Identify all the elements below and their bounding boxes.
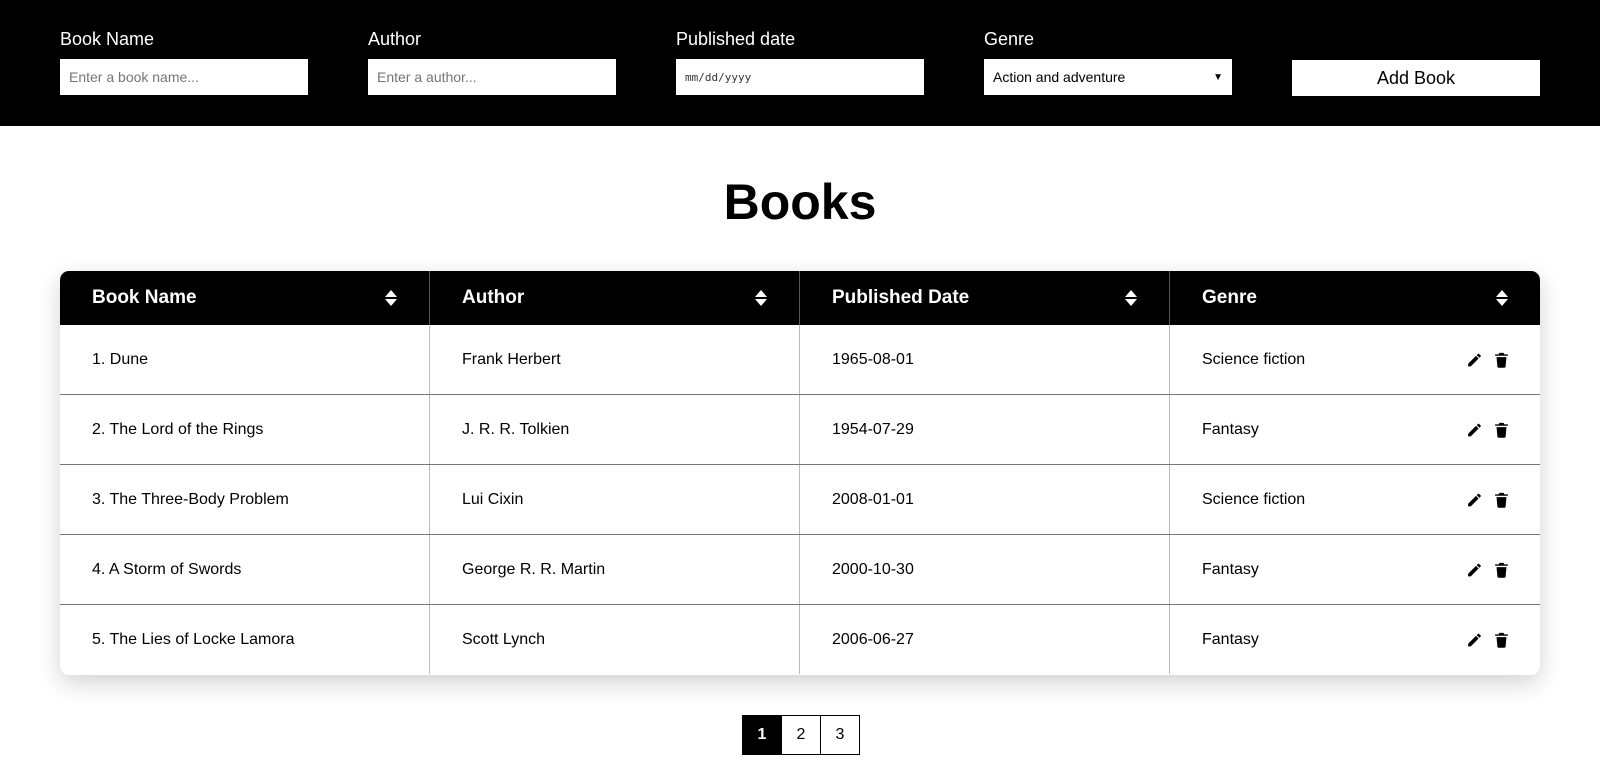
table-cell-date: 1954-07-29 — [800, 395, 1170, 464]
table-cell-genre: Fantasy — [1170, 395, 1540, 464]
cell-text: 2008-01-01 — [832, 490, 914, 508]
published-date-field-group: Published date mm/dd/yyyy — [676, 28, 924, 95]
author-label: Author — [368, 29, 422, 49]
chevron-down-icon: ▼ — [1213, 71, 1223, 83]
table-cell-name: 5. The Lies of Locke Lamora — [60, 605, 430, 674]
book-name-input[interactable]: Enter a book name... — [60, 59, 308, 95]
table-cell-name: 2. The Lord of the Rings — [60, 395, 430, 464]
trash-icon[interactable] — [1493, 421, 1510, 438]
trash-icon[interactable] — [1493, 561, 1510, 578]
table-header: Book Name Author Published Date Genre — [60, 271, 1540, 325]
row-actions — [1466, 491, 1510, 508]
table-cell-date: 2006-06-27 — [800, 605, 1170, 674]
table-cell-genre: Fantasy — [1170, 605, 1540, 674]
book-name-field-group: Book Name Enter a book name... — [60, 28, 308, 95]
sort-icon[interactable] — [755, 288, 767, 308]
genre-selected-value: Action and adventure — [993, 69, 1126, 85]
column-header-label: Genre — [1202, 287, 1257, 308]
cell-text: Science fiction — [1202, 350, 1306, 368]
pencil-icon[interactable] — [1466, 491, 1483, 508]
column-header-label: Book Name — [92, 287, 197, 308]
table-body: 1. Dune Frank Herbert 1965-08-01 Science fi… — [60, 325, 1540, 674]
table-cell-author: Lui Cixin — [430, 465, 800, 534]
pencil-icon[interactable] — [1466, 421, 1483, 438]
row-actions — [1466, 421, 1510, 438]
published-date-label: Published date — [676, 29, 796, 49]
cell-text: 2. The Lord of the Rings — [92, 420, 264, 438]
author-field-group: Author Enter a author... — [368, 28, 616, 95]
cell-text: Fantasy — [1202, 420, 1259, 438]
table-cell-genre: Science fiction — [1170, 325, 1540, 394]
table-cell-author: George R. R. Martin — [430, 535, 800, 604]
column-header-label: Published Date — [832, 287, 970, 308]
table-cell-date: 1965-08-01 — [800, 325, 1170, 394]
table-row: 3. The Three-Body Problem Lui Cixin 2008-0… — [60, 465, 1540, 535]
page-button-2[interactable]: 2 — [782, 716, 821, 754]
sort-icon[interactable] — [1496, 288, 1508, 308]
cell-text: J. R. R. Tolkien — [462, 420, 570, 438]
cell-text: 2006-06-27 — [832, 630, 914, 648]
cell-text: 5. The Lies of Locke Lamora — [92, 630, 295, 648]
top-form-bar: Book Name Enter a book name... Author En… — [0, 0, 1600, 126]
row-actions — [1466, 351, 1510, 368]
genre-field-group: Genre Action and adventure ▼ — [984, 28, 1232, 95]
column-header-genre[interactable]: Genre — [1170, 271, 1540, 325]
table-cell-name: 1. Dune — [60, 325, 430, 394]
cell-text: 3. The Three-Body Problem — [92, 490, 289, 508]
column-header-published-date[interactable]: Published Date — [800, 271, 1170, 325]
table-cell-genre: Science fiction — [1170, 465, 1540, 534]
table-cell-author: J. R. R. Tolkien — [430, 395, 800, 464]
cell-text: 1954-07-29 — [832, 420, 914, 438]
cell-text: 4. A Storm of Swords — [92, 560, 242, 578]
row-actions — [1466, 631, 1510, 648]
table-row: 1. Dune Frank Herbert 1965-08-01 Science fi… — [60, 325, 1540, 395]
table-cell-genre: Fantasy — [1170, 535, 1540, 604]
table-row: 5. The Lies of Locke Lamora Scott Lynch 20… — [60, 605, 1540, 674]
cell-text: Frank Herbert — [462, 350, 561, 368]
trash-icon[interactable] — [1493, 631, 1510, 648]
genre-select[interactable]: Action and adventure ▼ — [984, 59, 1232, 95]
book-name-label: Book Name — [60, 29, 155, 49]
cell-text: George R. R. Martin — [462, 560, 606, 578]
page-button-1[interactable]: 1 — [743, 716, 782, 754]
table-cell-date: 2000-10-30 — [800, 535, 1170, 604]
table-cell-author: Frank Herbert — [430, 325, 800, 394]
cell-text: Scott Lynch — [462, 630, 546, 648]
pencil-icon[interactable] — [1466, 631, 1483, 648]
add-book-button[interactable]: Add Book — [1292, 60, 1540, 96]
pencil-icon[interactable] — [1466, 561, 1483, 578]
author-input[interactable]: Enter a author... — [368, 59, 616, 95]
page-title: Books — [723, 174, 877, 230]
cell-text: 1965-08-01 — [832, 350, 914, 368]
column-header-author[interactable]: Author — [430, 271, 800, 325]
cell-text: 2000-10-30 — [832, 560, 914, 578]
table-row: 4. A Storm of Swords George R. R. Martin 2… — [60, 535, 1540, 605]
cell-text: 1. Dune — [92, 350, 149, 368]
trash-icon[interactable] — [1493, 491, 1510, 508]
column-header-book-name[interactable]: Book Name — [60, 271, 430, 325]
cell-text: Fantasy — [1202, 630, 1259, 648]
table-row: 2. The Lord of the Rings J. R. R. Tolkien… — [60, 395, 1540, 465]
trash-icon[interactable] — [1493, 351, 1510, 368]
page-button-3[interactable]: 3 — [821, 716, 859, 754]
column-header-label: Author — [462, 287, 525, 308]
pagination: 123 — [742, 715, 860, 755]
table-cell-date: 2008-01-01 — [800, 465, 1170, 534]
cell-text: Science fiction — [1202, 490, 1306, 508]
published-date-input[interactable]: mm/dd/yyyy — [676, 59, 924, 95]
row-actions — [1466, 561, 1510, 578]
cell-text: Lui Cixin — [462, 490, 524, 508]
table-cell-name: 4. A Storm of Swords — [60, 535, 430, 604]
table-cell-author: Scott Lynch — [430, 605, 800, 674]
sort-icon[interactable] — [385, 288, 397, 308]
table-cell-name: 3. The Three-Body Problem — [60, 465, 430, 534]
cell-text: Fantasy — [1202, 560, 1259, 578]
sort-icon[interactable] — [1125, 288, 1137, 308]
genre-label: Genre — [984, 29, 1035, 49]
books-table: Book Name Author Published Date Genre 1.… — [60, 271, 1540, 675]
pencil-icon[interactable] — [1466, 351, 1483, 368]
